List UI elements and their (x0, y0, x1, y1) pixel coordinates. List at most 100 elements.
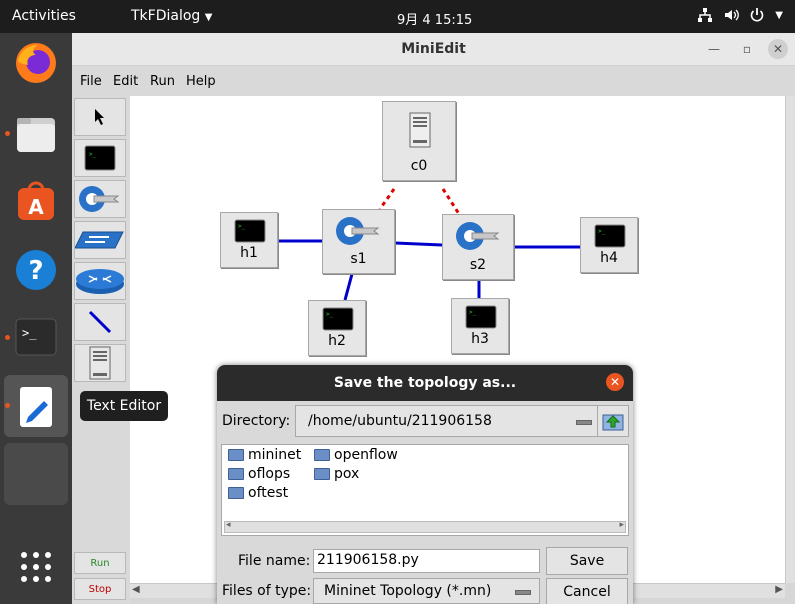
scroll-left-icon[interactable]: ◂ (226, 520, 231, 530)
controller-icon (409, 112, 431, 148)
controller-tool[interactable] (74, 344, 126, 382)
list-item[interactable]: oftest (228, 485, 288, 501)
select-tool[interactable] (74, 98, 126, 136)
link-icon (88, 310, 112, 334)
host-icon: >_ (322, 307, 354, 331)
window-titlebar[interactable]: MiniEdit — ▫ ✕ (72, 33, 795, 66)
filename-input[interactable]: 211906158.py (313, 549, 540, 573)
close-icon[interactable]: ✕ (606, 373, 624, 391)
menu-edit[interactable]: Edit (113, 74, 138, 89)
legacy-switch-tool[interactable] (74, 221, 126, 259)
link-s1-h2[interactable] (343, 273, 354, 301)
folder-icon (228, 487, 244, 499)
scroll-right-icon[interactable]: ▸ (619, 520, 624, 530)
dock-tooltip: Text Editor (80, 391, 168, 421)
app-grid-icon[interactable] (14, 545, 58, 589)
directory-label: Directory: (222, 413, 291, 429)
dialog-title: Save the topology as... (333, 375, 517, 391)
workspace-icon[interactable] (4, 443, 68, 505)
node-label: h1 (240, 245, 258, 261)
directory-select[interactable]: /home/ubuntu/211906158 (295, 405, 603, 437)
close-icon[interactable]: ✕ (768, 39, 788, 59)
file-list-scrollbar[interactable]: ◂ ▸ (224, 520, 626, 533)
cancel-button[interactable]: Cancel (546, 578, 628, 604)
list-item[interactable]: openflow (314, 447, 398, 463)
host-tool[interactable]: >_ (74, 139, 126, 177)
menu-file[interactable]: File (80, 74, 102, 89)
node-label: h4 (600, 250, 618, 266)
save-button[interactable]: Save (546, 547, 628, 575)
svg-text:?: ? (28, 256, 43, 286)
filetype-select[interactable]: Mininet Topology (*.mn) (313, 578, 540, 604)
folder-icon (228, 468, 244, 480)
switch-icon (456, 222, 500, 250)
folder-icon (314, 449, 330, 461)
parent-directory-button[interactable] (597, 405, 629, 437)
controller-icon (89, 346, 111, 380)
dropdown-handle-icon (515, 590, 531, 595)
router-icon (76, 269, 124, 294)
top-bar: Activities TkFDialog ▼ 9月 4 15:15 ▼ (0, 0, 795, 33)
host-node-h2[interactable]: >_ h2 (308, 300, 366, 356)
host-node-h4[interactable]: >_ h4 (580, 217, 638, 273)
text-editor-icon[interactable] (14, 385, 58, 429)
list-item[interactable]: oflops (228, 466, 290, 482)
app-menu[interactable]: TkFDialog ▼ (131, 8, 212, 24)
file-list[interactable]: mininet openflow oflops pox oftest ◂ ▸ (221, 444, 629, 536)
terminal-icon[interactable]: >_ (14, 315, 58, 359)
menu-run[interactable]: Run (150, 74, 175, 89)
node-label: s1 (350, 251, 367, 267)
activities-button[interactable]: Activities (12, 8, 76, 24)
filetype-value: Mininet Topology (*.mn) (324, 583, 492, 599)
host-node-h3[interactable]: >_ h3 (451, 298, 509, 354)
node-label: s2 (469, 257, 487, 273)
router-tool[interactable] (74, 262, 126, 300)
link-s1-s2[interactable] (394, 241, 443, 247)
host-icon: >_ (465, 305, 497, 329)
dock: A ? >_ (0, 33, 72, 604)
maximize-icon[interactable]: ▫ (737, 39, 757, 59)
host-icon: >_ (234, 219, 266, 243)
stop-button[interactable]: Stop (74, 578, 126, 600)
svg-text:>_: >_ (326, 311, 334, 318)
clock[interactable]: 9月 4 15:15 (397, 9, 472, 28)
vertical-scrollbar[interactable] (785, 96, 795, 583)
folder-icon (228, 449, 244, 461)
switch-node-s2[interactable]: s2 (442, 214, 514, 280)
files-icon[interactable] (14, 112, 58, 156)
node-label: h2 (328, 333, 346, 349)
control-link-c0-s1[interactable] (378, 188, 396, 210)
switch-node-s1[interactable]: s1 (322, 209, 395, 274)
directory-value: /home/ubuntu/211906158 (308, 413, 492, 429)
help-icon[interactable]: ? (14, 248, 58, 292)
save-dialog: Save the topology as... ✕ Directory: /ho… (217, 365, 633, 604)
switch-tool[interactable] (74, 180, 126, 218)
folder-icon (314, 468, 330, 480)
file-name: oflops (248, 466, 291, 482)
scroll-right-icon[interactable]: ▶ (775, 584, 783, 595)
run-button[interactable]: Run (74, 552, 126, 574)
svg-text:>_: >_ (469, 309, 477, 316)
filetype-label: Files of type: (222, 583, 312, 599)
controller-node-c0[interactable]: c0 (382, 101, 456, 181)
svg-text:A: A (28, 195, 44, 219)
volume-icon (725, 9, 740, 21)
svg-text:>_: >_ (89, 151, 97, 158)
switch-icon (336, 217, 380, 245)
link-tool[interactable] (74, 303, 126, 341)
host-node-h1[interactable]: >_ h1 (220, 212, 278, 268)
list-item[interactable]: pox (314, 466, 359, 482)
software-icon[interactable]: A (14, 178, 58, 222)
control-link-c0-s2[interactable] (441, 188, 461, 215)
scroll-left-icon[interactable]: ◀ (132, 584, 140, 595)
list-item[interactable]: mininet (228, 447, 301, 463)
dialog-titlebar[interactable]: Save the topology as... ✕ (217, 365, 633, 401)
minimize-icon[interactable]: — (704, 39, 724, 59)
file-name: openflow (334, 447, 398, 463)
system-tray[interactable]: ▼ (697, 7, 783, 23)
switch-icon (79, 186, 120, 212)
file-name: pox (334, 466, 360, 482)
legacy-switch-icon (75, 231, 124, 249)
menu-help[interactable]: Help (186, 74, 216, 89)
firefox-icon[interactable] (14, 41, 58, 85)
